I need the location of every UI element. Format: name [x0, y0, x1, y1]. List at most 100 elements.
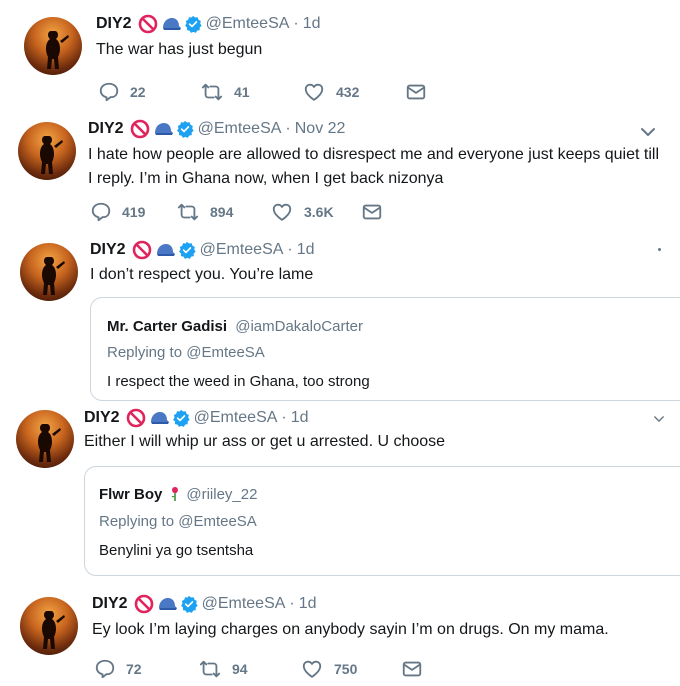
avatar-figure-icon [18, 122, 76, 180]
heart-icon [300, 658, 324, 680]
verified-icon [178, 241, 196, 259]
quoted-tweet[interactable]: Mr. Carter Gadisi @iamDakaloCarter Reply… [90, 297, 680, 401]
replying-to-label: Replying to [99, 513, 175, 530]
separator-dot: · [287, 241, 293, 258]
avatar[interactable] [20, 597, 78, 655]
separator-dot: · [289, 595, 295, 612]
author-handle[interactable]: @EmteeSA [200, 241, 284, 259]
retweet-button[interactable]: 41 [200, 81, 302, 103]
replying-to-label: Replying to [107, 344, 183, 361]
cap-icon [156, 594, 178, 614]
like-button[interactable]: 3.6K [270, 201, 360, 223]
author-handle[interactable]: @EmteeSA [198, 120, 282, 138]
timestamp[interactable]: 1d [303, 15, 321, 33]
prohibited-icon [134, 594, 154, 614]
cap-icon [152, 119, 174, 139]
heart-icon [302, 81, 326, 103]
mail-icon [360, 201, 384, 223]
avatar-figure-icon [20, 243, 78, 301]
avatar[interactable] [20, 243, 78, 301]
author-name[interactable]: DIY2 [88, 120, 124, 138]
tweet-text: I don’t respect you. You’re lame [90, 266, 314, 283]
quoted-tweet[interactable]: Flwr Boy @riiley_22 Replying to @EmteeSA… [84, 466, 680, 576]
retweet-count: 41 [234, 84, 250, 100]
author-handle[interactable]: @EmteeSA [206, 15, 290, 33]
cap-icon [148, 408, 170, 428]
retweet-icon [200, 81, 224, 103]
avatar-figure-icon [20, 597, 78, 655]
reply-count: 22 [130, 84, 146, 100]
like-button[interactable]: 750 [300, 658, 400, 680]
separator-dot: · [285, 120, 291, 137]
separator-dot: · [281, 409, 287, 426]
author-handle[interactable]: @EmteeSA [194, 409, 278, 427]
mail-icon [400, 658, 424, 680]
direct-message-button[interactable] [400, 658, 434, 680]
replying-to-handle[interactable]: @EmteeSA [186, 344, 265, 361]
verified-icon [176, 120, 194, 138]
verified-icon [180, 595, 198, 613]
author-name[interactable]: DIY2 [84, 409, 120, 427]
avatar-figure-icon [24, 17, 82, 75]
quoted-author-name: Mr. Carter Gadisi [107, 318, 228, 335]
author-handle[interactable]: @EmteeSA [202, 595, 286, 613]
timestamp[interactable]: 1d [297, 241, 315, 259]
quoted-author-handle: @iamDakaloCarter [235, 318, 363, 335]
author-name[interactable]: DIY2 [90, 241, 126, 259]
retweet-count: 894 [210, 204, 234, 220]
avatar[interactable] [18, 122, 76, 180]
timestamp[interactable]: 1d [299, 595, 317, 613]
chevron-down-icon[interactable] [638, 122, 658, 142]
tweet-text: Either I will whip ur ass or get u arres… [84, 433, 446, 450]
avatar[interactable] [24, 17, 82, 75]
retweet-button[interactable]: 894 [176, 201, 270, 223]
replying-to: Replying to @EmteeSA [107, 344, 265, 361]
direct-message-button[interactable] [360, 201, 394, 223]
reply-count: 419 [122, 204, 146, 220]
prohibited-icon [126, 408, 146, 428]
verified-icon [184, 15, 202, 33]
tweet-text-line: I reply. I’m in Ghana now, when I get ba… [88, 170, 444, 187]
retweet-count: 94 [232, 661, 248, 677]
avatar-figure-icon [16, 410, 74, 468]
tweet-text: The war has just begun [96, 41, 263, 58]
quoted-author-name: Flwr Boy [99, 485, 163, 503]
quoted-author-handle: @riiley_22 [186, 485, 258, 503]
direct-message-button[interactable] [404, 81, 438, 103]
prohibited-icon [130, 119, 150, 139]
tweet-text: Ey look I’m laying charges on anybody sa… [92, 621, 609, 638]
reply-icon [94, 658, 116, 680]
replying-to-handle[interactable]: @EmteeSA [178, 513, 257, 530]
reply-button[interactable]: 419 [90, 201, 176, 223]
avatar[interactable] [16, 410, 74, 468]
retweet-icon [198, 658, 222, 680]
mail-icon [404, 81, 428, 103]
chevron-down-icon[interactable] [652, 412, 666, 426]
like-count: 432 [336, 84, 360, 100]
author-name[interactable]: DIY2 [92, 595, 128, 613]
verified-icon [172, 409, 190, 427]
author-name[interactable]: DIY2 [96, 15, 132, 33]
retweet-icon [176, 201, 200, 223]
rose-icon [168, 485, 182, 503]
retweet-button[interactable]: 94 [198, 658, 300, 680]
reply-button[interactable]: 22 [98, 81, 200, 103]
like-button[interactable]: 432 [302, 81, 404, 103]
reply-icon [98, 81, 120, 103]
like-count: 750 [334, 661, 358, 677]
more-dot[interactable] [658, 248, 661, 251]
prohibited-icon [132, 240, 152, 260]
timestamp[interactable]: Nov 22 [295, 120, 346, 138]
timestamp[interactable]: 1d [291, 409, 309, 427]
reply-button[interactable]: 72 [94, 658, 198, 680]
heart-icon [270, 201, 294, 223]
quoted-text: Benylini ya go tsentsha [99, 542, 254, 559]
quoted-text: I respect the weed in Ghana, too strong [107, 373, 370, 390]
tweet-text-line: I hate how people are allowed to disresp… [88, 146, 660, 163]
like-count: 3.6K [304, 204, 334, 220]
separator-dot: · [293, 15, 299, 32]
cap-icon [160, 14, 182, 34]
reply-count: 72 [126, 661, 142, 677]
cap-icon [154, 240, 176, 260]
replying-to: Replying to @EmteeSA [99, 513, 257, 530]
